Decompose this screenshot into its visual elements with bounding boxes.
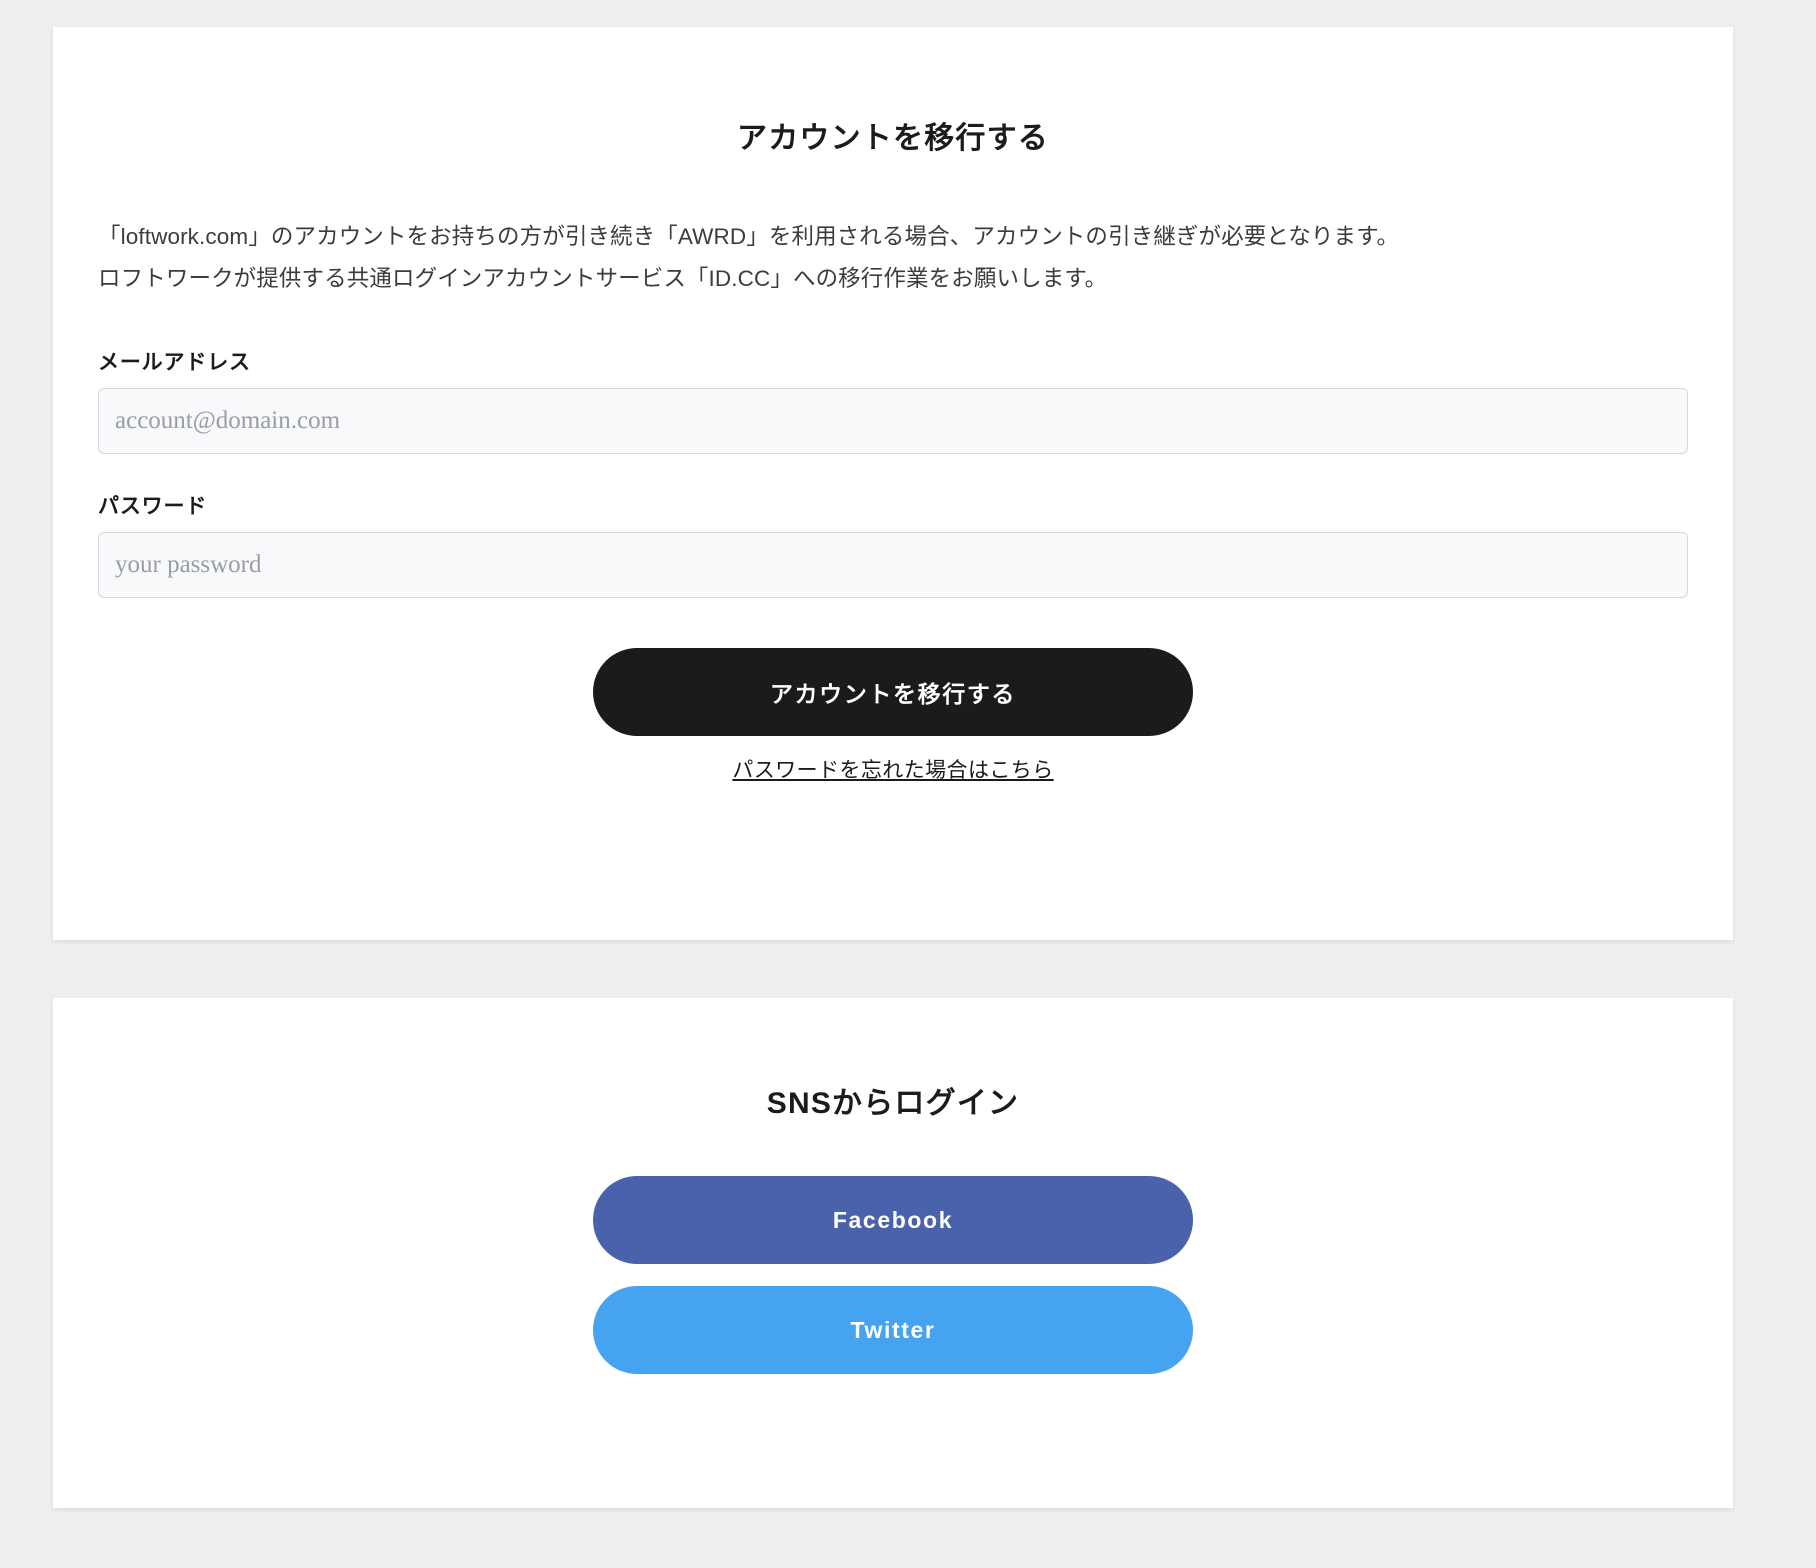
password-field-label: パスワード: [98, 495, 208, 519]
email-field-group: メールアドレス: [98, 299, 1688, 455]
twitter-login-button[interactable]: Twitter: [593, 1286, 1193, 1374]
email-field-label: メールアドレス: [98, 351, 251, 375]
sns-login-card: SNSからログイン Facebook Twitter: [53, 998, 1733, 1508]
intro-line-2: ロフトワークが提供する共通ログインアカウントサービス「ID.CC」への移行作業を…: [98, 265, 1108, 291]
intro-text: 「loftwork.com」のアカウントをお持ちの方が引き続き「AWRD」を利用…: [98, 157, 1688, 299]
sns-login-title: SNSからログイン: [766, 1087, 1020, 1120]
intro-line-1: 「loftwork.com」のアカウントをお持ちの方が引き続き「AWRD」を利用…: [98, 224, 1400, 249]
migrate-account-button[interactable]: アカウントを移行する: [593, 648, 1193, 737]
submit-section: アカウントを移行する パスワードを忘れた場合はこちら: [98, 598, 1688, 784]
password-field[interactable]: [98, 532, 1688, 599]
page-title: アカウントを移行する: [737, 122, 1049, 155]
facebook-login-button[interactable]: Facebook: [593, 1176, 1193, 1264]
page-container: アカウントを移行する 「loftwork.com」のアカウントをお持ちの方が引き…: [0, 0, 1816, 1568]
account-migration-card: アカウントを移行する 「loftwork.com」のアカウントをお持ちの方が引き…: [53, 27, 1733, 940]
password-field-group: パスワード: [98, 454, 1688, 599]
forgot-password-link[interactable]: パスワードを忘れた場合はこちら: [732, 754, 1053, 784]
sns-button-group: Facebook Twitter: [98, 1122, 1688, 1374]
email-field[interactable]: [98, 388, 1688, 455]
card-spacer: [53, 940, 1733, 998]
